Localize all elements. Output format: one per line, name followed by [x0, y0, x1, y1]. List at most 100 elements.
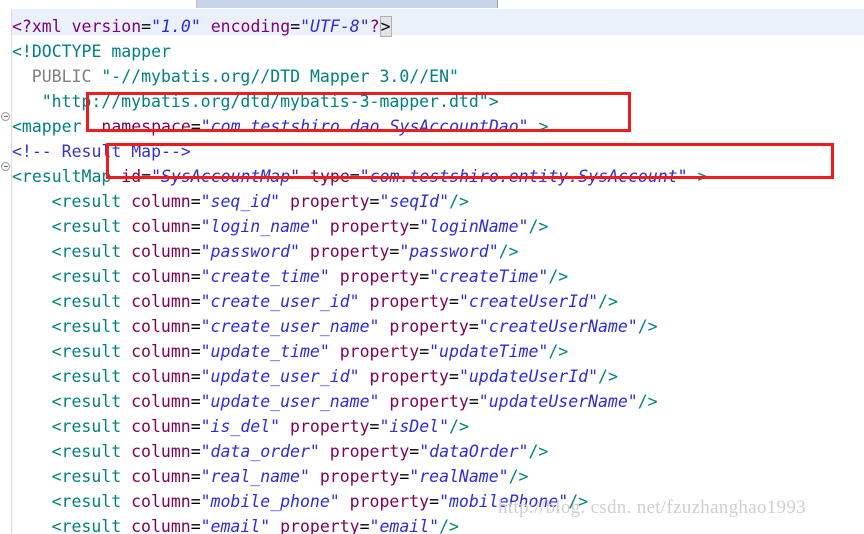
code-token-tag: <result: [51, 217, 122, 236]
code-token-tag: <result: [51, 367, 122, 386]
code-line[interactable]: PUBLIC "-//mybatis.org//DTD Mapper 3.0//…: [32, 64, 459, 89]
code-token-tag: />: [449, 192, 469, 211]
editor-tab-active[interactable]: [197, 0, 498, 8]
code-token-attr: column: [131, 467, 191, 486]
code-line[interactable]: "http://mybatis.org/dtd/mybatis-3-mapper…: [42, 89, 499, 114]
code-token-tag: <result: [51, 392, 122, 411]
code-content[interactable]: <?xml version="1.0" encoding="UTF-8"?> <!…: [12, 9, 864, 534]
code-token-val: "create_user_id": [200, 292, 360, 311]
code-token-tag: <mapper: [12, 117, 82, 136]
code-token-val: "real_name": [200, 467, 310, 486]
code-token-eq: =: [190, 317, 201, 336]
code-line[interactable]: <mapper namespace="com.testshiro.dao.Sys…: [12, 114, 548, 139]
editor-tab-strip: ...pp... ...y...p...p...: [0, 0, 864, 9]
code-token-val: "seq_id": [200, 192, 281, 211]
code-token-attr: column: [131, 217, 191, 236]
code-token-tag: />: [449, 417, 469, 436]
code-token-attr: column: [131, 292, 191, 311]
code-token-eq: =: [190, 292, 201, 311]
code-token-val: "create_time": [200, 267, 330, 286]
code-token-attr: property: [319, 467, 400, 486]
code-line[interactable]: <result column="update_user_id" property…: [52, 364, 618, 389]
code-token-attr: property: [309, 242, 390, 261]
code-token-val: "dataOrder": [419, 442, 529, 461]
code-line[interactable]: <result column="seq_id" property="seqId"…: [52, 189, 469, 214]
code-token-tag: <result: [51, 242, 122, 261]
code-token-eq: =: [290, 17, 301, 36]
code-token-attr: column: [131, 367, 191, 386]
code-line[interactable]: <result column="update_user_name" proper…: [52, 389, 658, 414]
code-token-proc: <?xml: [12, 17, 62, 36]
code-token-bracket: >: [379, 16, 392, 37]
code-token-eq: =: [190, 517, 201, 534]
code-token-tag: />: [637, 392, 658, 411]
code-line[interactable]: <result column="login_name" property="lo…: [52, 214, 549, 239]
editor-tab-inactive[interactable]: [0, 0, 197, 8]
code-token-tag: <result: [51, 442, 122, 461]
code-token-tag: <result: [51, 317, 122, 336]
code-token-proc: encoding: [210, 17, 291, 36]
code-token-tag: >: [697, 167, 708, 186]
code-line[interactable]: <!DOCTYPE mapper: [12, 39, 171, 64]
code-token-val: "password": [200, 242, 300, 261]
code-line[interactable]: <?xml version="1.0" encoding="UTF-8"?>: [12, 14, 392, 39]
code-line[interactable]: <result column="create_time" property="c…: [52, 264, 569, 289]
code-line[interactable]: <result column="data_order" property="da…: [52, 439, 549, 464]
code-token-attr: property: [329, 442, 410, 461]
code-token-attr: type: [310, 167, 350, 186]
code-token-eq: =: [190, 267, 201, 286]
code-line[interactable]: <result column="create_user_name" proper…: [52, 314, 658, 339]
code-line[interactable]: <!-- Result Map-->: [12, 139, 191, 164]
code-token-attr: property: [339, 267, 420, 286]
code-line[interactable]: <result column="password" property="pass…: [52, 239, 519, 264]
code-token-val: "email": [369, 517, 440, 534]
code-token-eq: =: [419, 267, 430, 286]
code-line[interactable]: <result column="real_name" property="rea…: [52, 464, 529, 489]
code-token-val: "1.0": [151, 17, 201, 36]
code-token-attr: column: [131, 267, 191, 286]
code-line[interactable]: <result column="email" property="email"/…: [52, 514, 459, 534]
code-token-val: "updateUserId": [458, 367, 599, 386]
code-token-tag: <result: [51, 292, 122, 311]
code-token-attr: property: [349, 492, 430, 511]
code-line[interactable]: <result column="create_user_id" property…: [52, 289, 618, 314]
code-token-eq: =: [141, 167, 152, 186]
code-token-eq: =: [409, 442, 420, 461]
code-token-eq: =: [190, 492, 201, 511]
code-token-tag: >: [538, 117, 549, 136]
code-token-val: "loginName": [419, 217, 529, 236]
fold-marker-icon[interactable]: [1, 112, 10, 121]
code-token-tag: />: [439, 517, 459, 534]
code-token-val: "password": [399, 242, 499, 261]
code-token-tag: />: [548, 267, 569, 286]
code-line[interactable]: <result column="is_del" property="isDel"…: [52, 414, 469, 439]
code-token-tag: <!DOCTYPE: [12, 42, 102, 61]
folding-gutter[interactable]: [0, 9, 12, 534]
code-line[interactable]: <result column="update_time" property="u…: [52, 339, 569, 364]
code-token-tag: <result: [51, 492, 122, 511]
code-token-eq: =: [190, 467, 201, 486]
code-token-eq: =: [369, 192, 380, 211]
code-token-tag: <result: [51, 267, 122, 286]
watermark-text: http://blog. csdn. net/fzuzhanghao1993: [498, 497, 806, 518]
code-token-attr: column: [131, 342, 191, 361]
code-token-val: "create_user_name": [200, 317, 380, 336]
code-line[interactable]: <resultMap id="SysAccountMap" type="com.…: [12, 164, 707, 189]
code-token-eq: =: [399, 467, 410, 486]
code-token-val: "com.testshiro.entity.SysAccount": [359, 167, 688, 186]
fold-marker-icon[interactable]: [1, 162, 10, 171]
code-token-eq: =: [190, 442, 201, 461]
code-token-eq: =: [190, 217, 201, 236]
code-token-val: "UTF-8": [300, 17, 370, 36]
code-token-tag: />: [598, 367, 618, 386]
